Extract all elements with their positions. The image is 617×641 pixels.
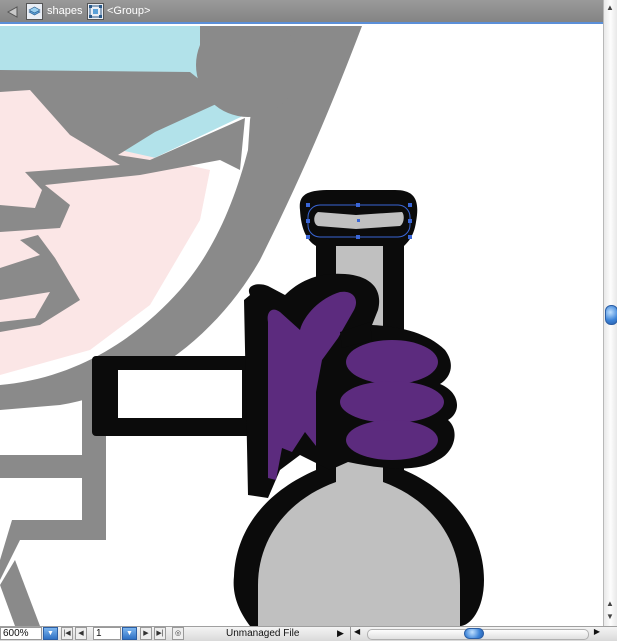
- artwork-gray-diagonal: [0, 560, 40, 626]
- scroll-left-arrow-icon[interactable]: ◀: [354, 627, 360, 636]
- previous-artboard-button[interactable]: ◀: [75, 627, 87, 640]
- breadcrumb-group-label[interactable]: <Group>: [107, 5, 150, 17]
- zoom-field[interactable]: 600%: [0, 627, 42, 640]
- status-options-icon[interactable]: ◎: [172, 627, 184, 640]
- artwork-handle-inner: [118, 370, 242, 418]
- artwork-finger-1: [346, 340, 438, 384]
- artwork[interactable]: [0, 26, 603, 626]
- next-artboard-button[interactable]: ▶: [140, 627, 152, 640]
- group-icon[interactable]: [87, 3, 104, 20]
- artboard-canvas[interactable]: [0, 26, 603, 626]
- breadcrumb-bar: shapes <Group>: [0, 0, 617, 24]
- artwork-finger-2: [340, 381, 444, 423]
- status-bar: 600% ▼ |◀ ◀ 1 ▼ ▶ ▶| ◎ Unmanaged File ▶ …: [0, 626, 617, 641]
- vertical-scroll-thumb[interactable]: [605, 305, 617, 325]
- horizontal-scroll-thumb[interactable]: [464, 628, 484, 639]
- zoom-dropdown-button[interactable]: ▼: [43, 627, 58, 640]
- scroll-up-arrow-icon[interactable]: ▲: [606, 3, 614, 12]
- back-arrow-icon[interactable]: [5, 5, 19, 19]
- vertical-scrollbar[interactable]: ▲ ▲ ▼: [603, 0, 617, 626]
- scroll-down-arrow-icon[interactable]: ▼: [606, 612, 614, 621]
- status-menu-arrow-icon[interactable]: ▶: [337, 628, 344, 639]
- document-status-text: Unmanaged File: [226, 628, 300, 639]
- artwork-finger-3: [346, 420, 438, 460]
- breadcrumb-layer-label[interactable]: shapes: [47, 5, 82, 17]
- first-artboard-button[interactable]: |◀: [61, 627, 73, 640]
- artboard-number-field[interactable]: 1: [93, 627, 121, 640]
- artboard-dropdown-button[interactable]: ▼: [122, 627, 137, 640]
- scroll-up-arrow-icon[interactable]: ▲: [606, 599, 614, 608]
- layer-icon[interactable]: [26, 3, 43, 20]
- artwork-gray-body: [0, 380, 106, 580]
- scroll-right-arrow-icon[interactable]: ▶: [594, 627, 600, 636]
- last-artboard-button[interactable]: ▶|: [154, 627, 166, 640]
